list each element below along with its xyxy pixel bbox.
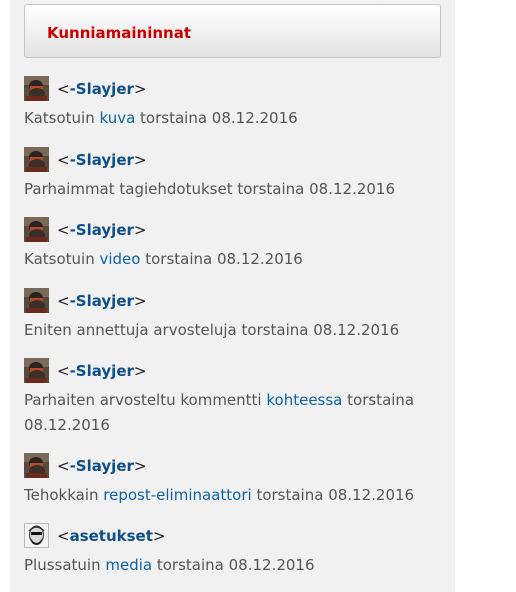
username-link[interactable]: -Slayjer	[70, 80, 134, 98]
user-line: <-Slayjer>	[24, 453, 444, 479]
user-line: <-Slayjer>	[24, 76, 444, 102]
username-wrap: <-Slayjer>	[57, 292, 147, 310]
username-wrap: <-Slayjer>	[57, 457, 147, 475]
activity-text: Katsotuin kuva torstaina 08.12.2016	[24, 106, 424, 131]
helmeted-user-avatar-icon[interactable]	[24, 288, 49, 313]
list-item: <-Slayjer> Parhaimmat tagiehdotukset tor…	[24, 147, 444, 202]
helmeted-user-avatar-icon[interactable]	[24, 217, 49, 242]
activity-link[interactable]: media	[105, 556, 152, 574]
username-wrap: <-Slayjer>	[57, 151, 147, 169]
user-line: <-Slayjer>	[24, 288, 444, 314]
bearded-face-avatar-icon[interactable]	[24, 523, 49, 548]
username-link[interactable]: asetukset	[70, 527, 153, 545]
list-item: <-Slayjer> Eniten annettuja arvosteluja …	[24, 288, 444, 343]
activity-text: Plussatuin media torstaina 08.12.2016	[24, 553, 424, 578]
activity-prefix: Parhaimmat tagiehdotukset torstaina 08.1…	[24, 180, 395, 198]
list-item: <-Slayjer> Katsotuin video torstaina 08.…	[24, 217, 444, 272]
username-link[interactable]: -Slayjer	[70, 457, 134, 475]
helmeted-user-avatar-icon[interactable]	[24, 358, 49, 383]
username-link[interactable]: -Slayjer	[70, 362, 134, 380]
activity-prefix: Katsotuin	[24, 250, 100, 268]
list-item: <-Slayjer> Tehokkain repost-eliminaattor…	[24, 453, 444, 508]
activity-text: Eniten annettuja arvosteluja torstaina 0…	[24, 318, 424, 343]
activity-suffix: torstaina 08.12.2016	[140, 250, 303, 268]
activity-suffix: torstaina 08.12.2016	[251, 486, 415, 504]
activity-text: Parhaimmat tagiehdotukset torstaina 08.1…	[24, 177, 424, 202]
username-wrap: <asetukset>	[57, 527, 166, 545]
activity-prefix: Parhaiten arvosteltu kommentti	[24, 391, 267, 409]
activity-prefix: Plussatuin	[24, 556, 106, 574]
list-item: <asetukset> Plussatuin media torstaina 0…	[24, 523, 444, 578]
activity-prefix: Katsotuin	[24, 109, 100, 127]
username-link[interactable]: -Slayjer	[70, 221, 134, 239]
page-title: Kunniamaininnat	[47, 24, 192, 42]
username-wrap: <-Slayjer>	[57, 221, 147, 239]
activity-link[interactable]: repost-eliminaattori	[103, 486, 251, 504]
user-line: <-Slayjer>	[24, 358, 444, 384]
username-link[interactable]: -Slayjer	[70, 151, 134, 169]
username-link[interactable]: -Slayjer	[70, 292, 134, 310]
username-wrap: <-Slayjer>	[57, 362, 147, 380]
activity-suffix: torstaina 08.12.2016	[152, 556, 315, 574]
activity-link[interactable]: kuva	[99, 109, 135, 127]
helmeted-user-avatar-icon[interactable]	[24, 76, 49, 101]
activity-suffix: torstaina 08.12.2016	[135, 109, 298, 127]
activity-prefix: Tehokkain	[24, 486, 104, 504]
user-line: <-Slayjer>	[24, 217, 444, 243]
username-wrap: <-Slayjer>	[57, 80, 147, 98]
list-item: <-Slayjer> Katsotuin kuva torstaina 08.1…	[24, 76, 444, 131]
activity-text: Parhaiten arvosteltu kommentti kohteessa…	[24, 388, 424, 438]
helmeted-user-avatar-icon[interactable]	[24, 147, 49, 172]
activity-text: Tehokkain repost-eliminaattori torstaina…	[24, 483, 424, 508]
activity-link[interactable]: video	[99, 250, 140, 268]
helmeted-user-avatar-icon[interactable]	[24, 453, 49, 478]
user-line: <asetukset>	[24, 523, 444, 549]
honors-header: Kunniamaininnat	[24, 4, 441, 58]
activity-prefix: Eniten annettuja arvosteluja torstaina 0…	[24, 321, 400, 339]
activity-text: Katsotuin video torstaina 08.12.2016	[24, 247, 424, 272]
user-line: <-Slayjer>	[24, 147, 444, 173]
activity-link[interactable]: kohteessa	[266, 391, 342, 409]
list-item: <-Slayjer> Parhaiten arvosteltu kommentt…	[24, 358, 444, 438]
